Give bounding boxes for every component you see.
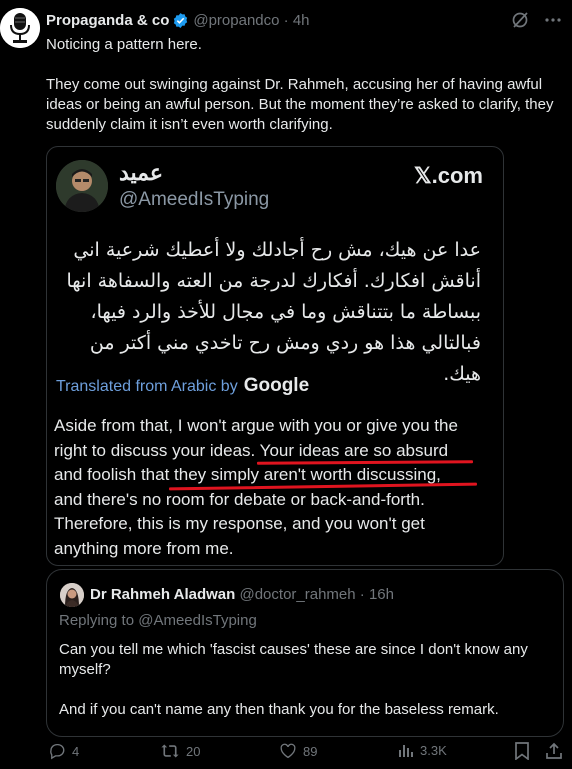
post-time[interactable]: 4h (293, 12, 310, 29)
quoted-author-name[interactable]: Dr Rahmeh Aladwan (90, 586, 235, 603)
grok-icon[interactable] (510, 10, 530, 30)
english-line: anything more from me. (54, 538, 234, 558)
reply-count: 4 (72, 743, 80, 759)
arabic-line: عدا عن هيك، مش رح أجادلك ولا أعطيك شرعية… (73, 239, 481, 261)
quoted-body: Can you tell me which 'fascist causes' t… (59, 640, 549, 740)
english-line: and there's no room for debate or back-a… (54, 489, 425, 509)
quoted-paragraph-2: And if you can't name any then thank you… (59, 701, 499, 718)
attached-image[interactable]: عميد @AmeedIsTyping 𝕏.com عدا عن هيك، مش… (46, 146, 504, 566)
post-paragraph-2: They come out swinging against Dr. Rahme… (46, 76, 554, 133)
top-actions (510, 10, 562, 30)
dot-separator: · (279, 12, 293, 29)
repost-count: 20 (186, 743, 201, 759)
bookmark-button[interactable] (514, 742, 530, 760)
share-icon (546, 742, 562, 760)
like-button[interactable]: 89 (279, 742, 317, 760)
views-button[interactable]: 3.3K (398, 742, 447, 758)
english-line: Therefore, this is my response, and you … (54, 514, 425, 534)
views-count: 3.3K (420, 742, 447, 758)
repost-icon (160, 742, 180, 760)
google-logo: Google (243, 375, 310, 396)
author-name[interactable]: Propaganda & co (46, 12, 169, 29)
image-author-name: عميد (119, 160, 164, 185)
reply-icon (48, 742, 66, 760)
english-line: right to discuss your ideas. Your ideas … (54, 440, 449, 460)
quoted-author-handle[interactable]: @doctor_rahmeh (239, 586, 355, 603)
quoted-time: 16h (368, 586, 394, 603)
dot-separator: · (359, 586, 365, 603)
quoted-post[interactable]: Dr Rahmeh Aladwan @doctor_rahmeh · 16h R… (46, 569, 564, 737)
quoted-paragraph-1: Can you tell me which 'fascist causes' t… (59, 641, 528, 678)
action-bar: 4 20 89 3.3K (46, 742, 572, 766)
arabic-line: ببساطة ما بتتناقش وما في مجال للأخذ والر… (90, 301, 481, 323)
image-author-handle: @AmeedIsTyping (119, 189, 270, 210)
quoted-header: Dr Rahmeh Aladwan @doctor_rahmeh · 16h (90, 586, 394, 603)
arabic-line: أناقش افكارك. أفكارك لدرجة من العته والس… (66, 270, 481, 292)
post-body: Noticing a pattern here. They come out s… (46, 35, 556, 155)
post-paragraph-1: Noticing a pattern here. (46, 36, 202, 53)
bookmark-icon (514, 742, 530, 760)
author-avatar[interactable] (0, 8, 40, 48)
quoted-author-avatar (60, 583, 84, 607)
repost-button[interactable]: 20 (160, 742, 200, 760)
x-brand-logo: 𝕏.com (413, 163, 483, 188)
replying-to: Replying to @AmeedIsTyping (59, 612, 257, 629)
more-options-icon[interactable] (544, 11, 562, 29)
author-handle[interactable]: @propandco (193, 12, 279, 29)
verified-badge-icon (172, 12, 189, 29)
translated-label: Translated from Arabic by (56, 378, 238, 395)
like-count: 89 (303, 743, 318, 759)
translation-attribution: Translated from Arabic by Google (56, 375, 309, 397)
analytics-icon (398, 742, 414, 758)
share-button[interactable] (546, 742, 562, 760)
post-header: Propaganda & co @propandco · 4h (46, 12, 310, 29)
english-line: Aside from that, I won't argue with you … (54, 416, 458, 435)
heart-icon (279, 742, 297, 760)
image-avatar (56, 160, 108, 212)
reply-button[interactable]: 4 (48, 742, 79, 760)
arabic-text: عدا عن هيك، مش رح أجادلك ولا أعطيك شرعية… (61, 235, 481, 390)
